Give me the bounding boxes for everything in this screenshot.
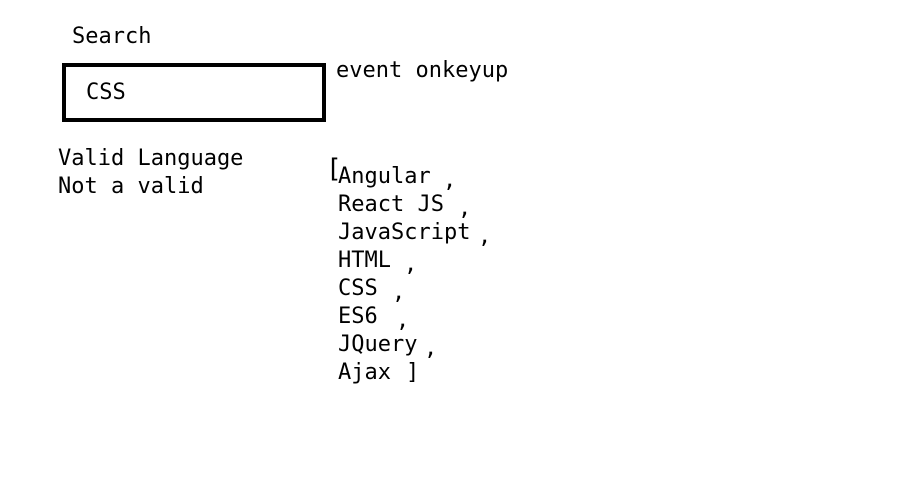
event-annotation: event onkeyup: [336, 58, 509, 83]
array-item-react-js: React JS: [338, 192, 444, 217]
array-item-es6: ES6: [338, 304, 378, 329]
array-separator: ,: [478, 224, 492, 249]
array-item-css: CSS: [338, 276, 378, 301]
search-label: Search: [72, 24, 152, 49]
array-separator: ,: [424, 336, 438, 361]
invalid-language-text: Not a valid: [58, 174, 204, 199]
array-separator: ,: [443, 168, 457, 193]
valid-language-text: Valid Language: [58, 146, 244, 171]
array-item-ajax: Ajax: [338, 360, 391, 385]
array-item-jquery: JQuery: [338, 332, 418, 357]
search-input[interactable]: CSS: [62, 63, 326, 122]
array-separator: ,: [404, 252, 418, 277]
array-item-html: HTML: [338, 248, 391, 273]
search-input-value: CSS: [86, 80, 126, 105]
array-separator: ,: [392, 280, 406, 305]
array-close-bracket: ]: [406, 360, 420, 385]
array-item-javascript: JavaScript: [338, 220, 471, 245]
array-item-angular: Angular: [338, 164, 431, 189]
